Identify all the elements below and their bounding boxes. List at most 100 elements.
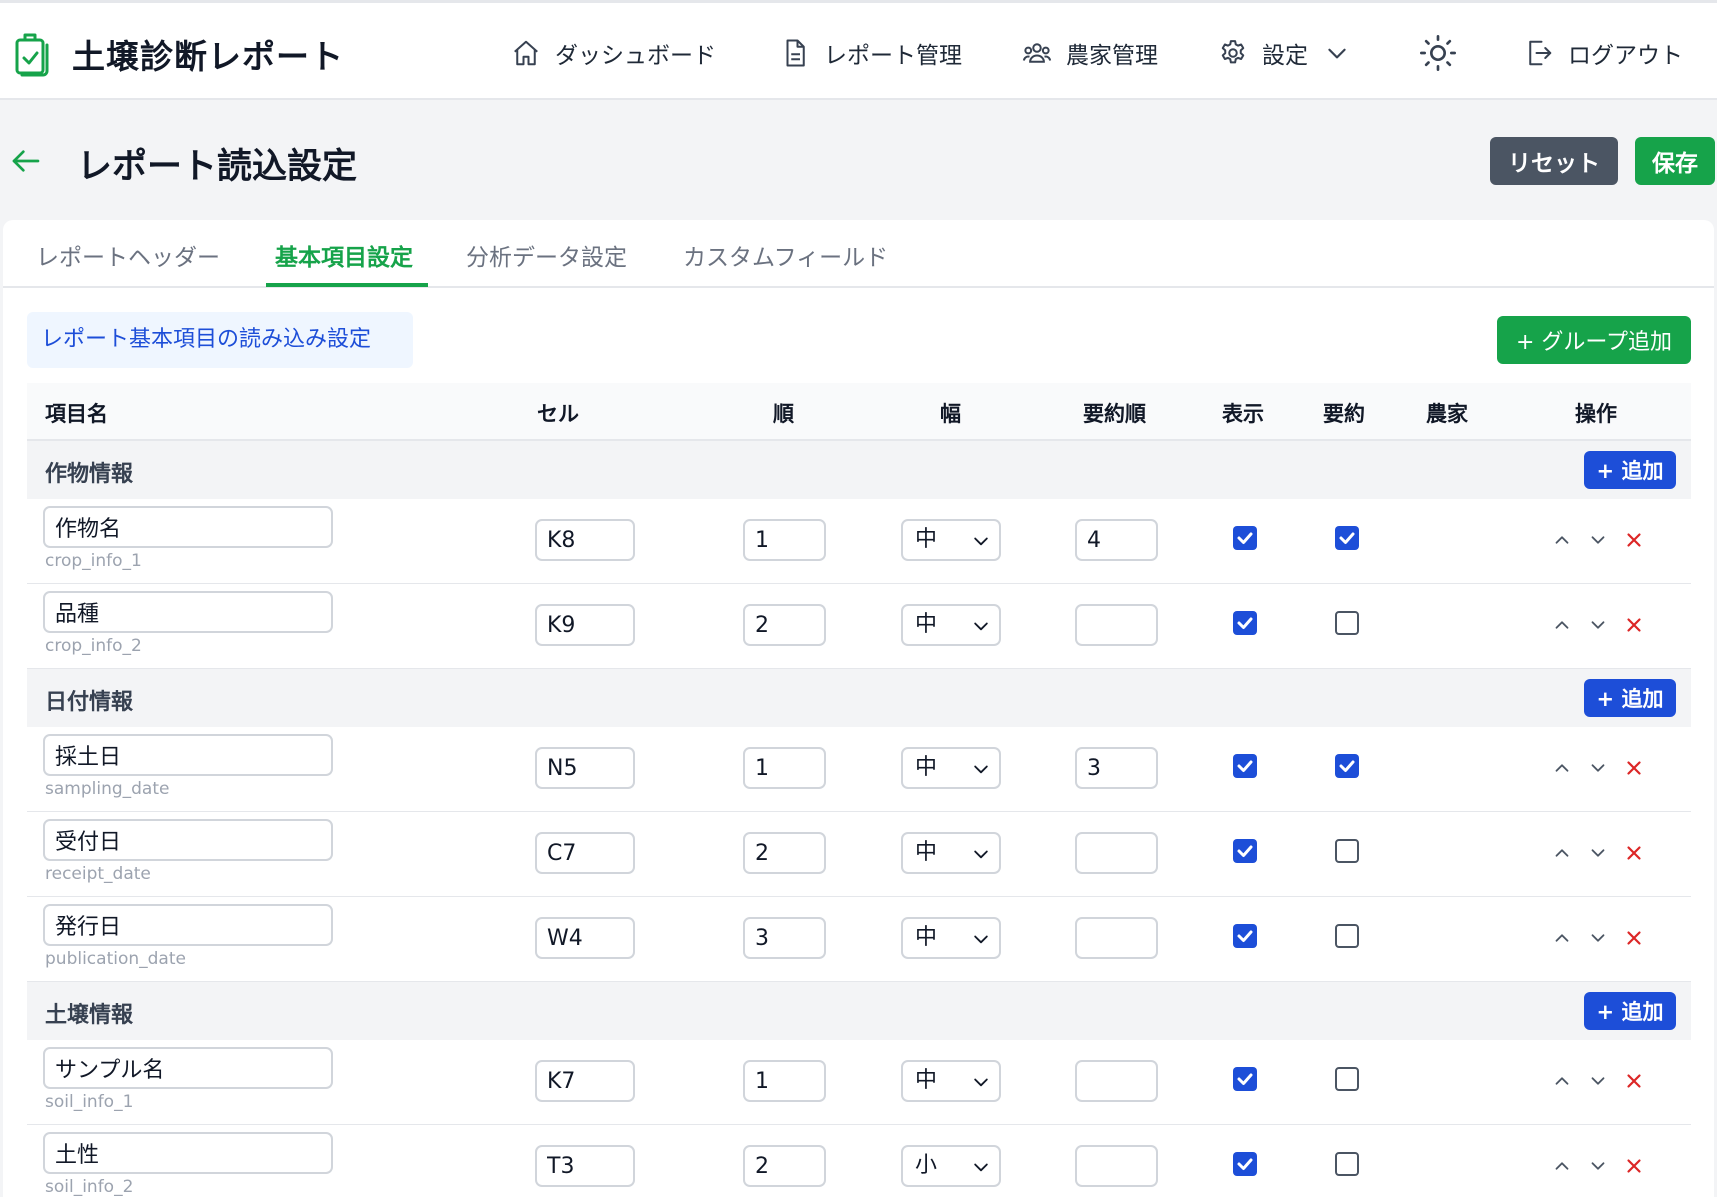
col-cell: セル [537, 402, 579, 426]
table-header: 項目名 セル 順 幅 要約順 表示 要約 農家 操作 [27, 383, 1691, 441]
item-key-label: receipt_date [45, 864, 151, 884]
chevron-down-icon[interactable] [1587, 614, 1609, 636]
add-item-button[interactable]: + 追加 [1584, 451, 1676, 489]
reset-button[interactable]: リセット [1490, 137, 1618, 185]
close-icon[interactable] [1623, 614, 1645, 636]
theme-toggle-button[interactable] [1418, 33, 1458, 73]
group-label: 作物情報 [45, 462, 134, 487]
summary-checkbox[interactable] [1335, 1152, 1359, 1176]
summary-checkbox[interactable] [1335, 1067, 1359, 1091]
summary-checkbox[interactable] [1335, 526, 1359, 550]
summary-order-input[interactable] [1075, 917, 1158, 959]
chevron-down-icon[interactable] [1587, 757, 1609, 779]
add-item-button[interactable]: + 追加 [1584, 992, 1676, 1030]
display-checkbox[interactable] [1233, 924, 1257, 948]
cell-input[interactable] [535, 917, 635, 959]
order-input[interactable] [743, 519, 826, 561]
width-select[interactable]: 中 [901, 747, 1001, 789]
order-input[interactable] [743, 604, 826, 646]
tab-report-header[interactable]: レポートヘッダー [36, 238, 220, 272]
summary-order-input[interactable] [1075, 747, 1158, 789]
summary-order-input[interactable] [1075, 604, 1158, 646]
chevron-up-icon[interactable] [1551, 1070, 1573, 1092]
item-name-input[interactable] [43, 734, 333, 776]
width-select[interactable]: 中 [901, 604, 1001, 646]
nav-logout[interactable]: ログアウト [1524, 33, 1683, 73]
tab-custom-fields[interactable]: カスタムフィールド [683, 238, 888, 272]
save-button[interactable]: 保存 [1635, 137, 1715, 185]
table-row: soil_info_2 小 [27, 1125, 1691, 1197]
cell-input[interactable] [535, 832, 635, 874]
close-icon[interactable] [1623, 927, 1645, 949]
nav-reports[interactable]: レポート管理 [780, 33, 962, 73]
chevron-down-icon[interactable] [1587, 1155, 1609, 1177]
chevron-down-icon[interactable] [1587, 529, 1609, 551]
item-name-input[interactable] [43, 506, 333, 548]
order-input[interactable] [743, 1145, 826, 1187]
width-select[interactable]: 中 [901, 832, 1001, 874]
cell-input[interactable] [535, 604, 635, 646]
active-tab-indicator [266, 283, 428, 287]
width-select-value: 中 [915, 1068, 938, 1093]
chevron-down-icon[interactable] [1587, 1070, 1609, 1092]
arrow-left-icon[interactable] [10, 145, 42, 177]
table-row: soil_info_1 中 [27, 1040, 1691, 1125]
close-icon[interactable] [1623, 842, 1645, 864]
summary-order-input[interactable] [1075, 1145, 1158, 1187]
chevron-down-icon[interactable] [1587, 842, 1609, 864]
add-group-button[interactable]: + グループ追加 [1497, 316, 1691, 364]
item-name-input[interactable] [43, 904, 333, 946]
nav-settings-dropdown[interactable]: 設定 [1218, 33, 1350, 73]
chevron-up-icon[interactable] [1551, 614, 1573, 636]
chevron-down-icon[interactable] [1587, 927, 1609, 949]
width-select[interactable]: 中 [901, 1060, 1001, 1102]
summary-order-input[interactable] [1075, 832, 1158, 874]
summary-checkbox[interactable] [1335, 839, 1359, 863]
nav-farmers[interactable]: 農家管理 [1022, 33, 1158, 73]
width-select[interactable]: 中 [901, 519, 1001, 561]
item-name-input[interactable] [43, 1132, 333, 1174]
order-input[interactable] [743, 917, 826, 959]
summary-order-input[interactable] [1075, 519, 1158, 561]
document-icon [786, 39, 805, 67]
close-icon[interactable] [1623, 1070, 1645, 1092]
display-checkbox[interactable] [1233, 1067, 1257, 1091]
tab-basic-items[interactable]: 基本項目設定 [275, 238, 413, 272]
display-checkbox[interactable] [1233, 754, 1257, 778]
chevron-up-icon[interactable] [1551, 927, 1573, 949]
cell-input[interactable] [535, 1060, 635, 1102]
order-input[interactable] [743, 832, 826, 874]
item-name-input[interactable] [43, 1047, 333, 1089]
close-icon[interactable] [1623, 1155, 1645, 1177]
page-title: レポート読込設定 [77, 147, 358, 187]
cell-input[interactable] [535, 519, 635, 561]
sun-icon [1420, 35, 1456, 71]
chevron-up-icon[interactable] [1551, 1155, 1573, 1177]
cell-input[interactable] [535, 1145, 635, 1187]
chevron-up-icon[interactable] [1551, 757, 1573, 779]
width-select[interactable]: 中 [901, 917, 1001, 959]
display-checkbox[interactable] [1233, 1152, 1257, 1176]
order-input[interactable] [743, 1060, 826, 1102]
item-name-input[interactable] [43, 819, 333, 861]
chevron-up-icon[interactable] [1551, 842, 1573, 864]
tab-analysis-data[interactable]: 分析データ設定 [466, 238, 627, 272]
close-icon[interactable] [1623, 529, 1645, 551]
nav-dashboard[interactable]: ダッシュボード [511, 33, 716, 73]
summary-checkbox[interactable] [1335, 754, 1359, 778]
summary-checkbox[interactable] [1335, 611, 1359, 635]
item-name-input[interactable] [43, 591, 333, 633]
summary-order-input[interactable] [1075, 1060, 1158, 1102]
display-checkbox[interactable] [1233, 611, 1257, 635]
col-width: 幅 [940, 402, 961, 426]
cell-input[interactable] [535, 747, 635, 789]
close-icon[interactable] [1623, 757, 1645, 779]
display-checkbox[interactable] [1233, 839, 1257, 863]
chevron-up-icon[interactable] [1551, 529, 1573, 551]
add-item-button[interactable]: + 追加 [1584, 679, 1676, 717]
display-checkbox[interactable] [1233, 526, 1257, 550]
width-select-value: 小 [915, 1153, 938, 1178]
summary-checkbox[interactable] [1335, 924, 1359, 948]
order-input[interactable] [743, 747, 826, 789]
width-select[interactable]: 小 [901, 1145, 1001, 1187]
